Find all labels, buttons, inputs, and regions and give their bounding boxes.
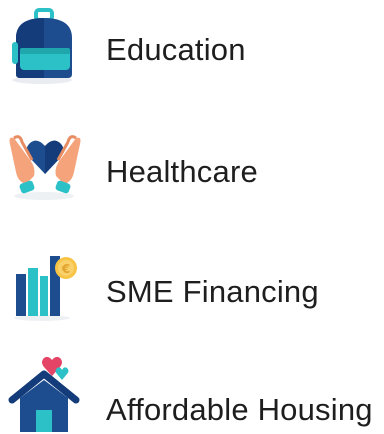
svg-text:€: € [61, 262, 70, 276]
house-heart-icon [6, 354, 84, 432]
backpack-icon [6, 8, 84, 86]
list-item-affordable-housing: Affordable Housing [0, 344, 384, 434]
list-item-education: Education [0, 0, 384, 90]
item-label: Affordable Housing [106, 392, 373, 427]
list-item-healthcare: Healthcare [0, 120, 384, 210]
bar-chart-coin-icon: € [6, 244, 84, 322]
item-label: SME Financing [106, 274, 319, 309]
item-label: Education [106, 32, 246, 67]
list-item-sme-financing: € SME Financing [0, 240, 384, 330]
hands-heart-icon [6, 124, 84, 202]
item-label: Healthcare [106, 154, 258, 189]
